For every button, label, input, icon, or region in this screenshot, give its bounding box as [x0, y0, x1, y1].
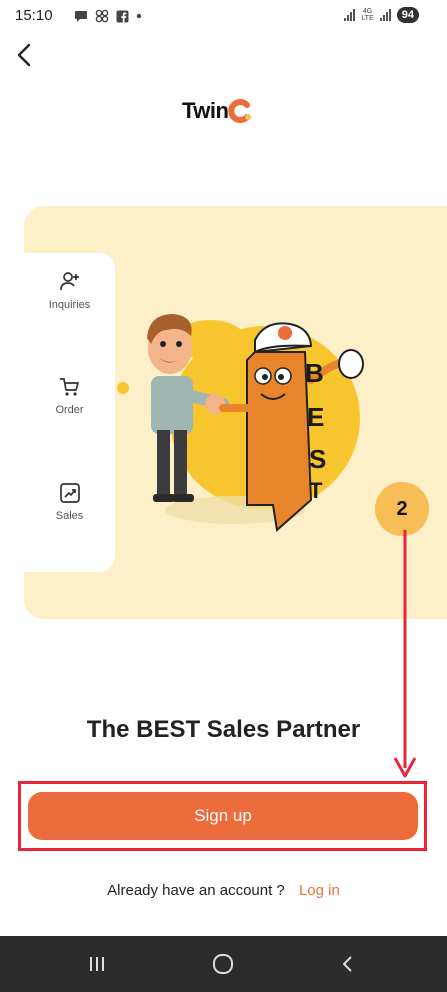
- apps-icon: [95, 9, 109, 23]
- side-item-inquiries: Inquiries: [24, 270, 115, 311]
- mascot-letter: B: [305, 358, 324, 388]
- side-item-order: Order: [24, 375, 115, 416]
- back-arrow-icon: [343, 956, 352, 972]
- step-badge: 2: [375, 482, 429, 536]
- battery-indicator: 94: [396, 7, 419, 23]
- logo-c-icon: [228, 99, 252, 123]
- person-add-icon: [59, 272, 79, 291]
- side-item-label: Order: [55, 404, 84, 416]
- recent-apps-icon: [90, 957, 104, 971]
- notification-icons: [74, 9, 142, 23]
- headline: The BEST Sales Partner: [86, 716, 361, 743]
- network-type: 4G LTE: [361, 8, 373, 22]
- side-item-sales: Sales: [24, 481, 115, 522]
- login-row: Already have an account ? Log in: [0, 882, 447, 899]
- nav-back-button[interactable]: [328, 950, 368, 978]
- signal-icon: [344, 9, 356, 21]
- side-item-label: Inquiries: [48, 299, 91, 311]
- system-nav-bar: [0, 936, 447, 992]
- signup-button[interactable]: Sign up: [28, 792, 418, 840]
- chevron-left-icon: [17, 43, 31, 67]
- mascot-letter: E: [307, 402, 324, 432]
- trend-chart-icon: [59, 483, 80, 503]
- login-prompt: Already have an account ?: [107, 882, 285, 899]
- status-bar: 15:10 4G LTE 94: [0, 0, 447, 32]
- facebook-icon: [116, 10, 129, 23]
- home-icon: [213, 954, 233, 974]
- status-time: 15:10: [15, 7, 53, 24]
- handshake-illustration: B E S T: [117, 314, 364, 532]
- annotation-arrow-icon: [393, 530, 417, 778]
- recent-apps-button[interactable]: [77, 950, 117, 978]
- back-button[interactable]: [10, 40, 40, 70]
- twinc-logo: Twin: [182, 98, 252, 124]
- home-button[interactable]: [203, 950, 243, 978]
- chat-bubble-icon: [75, 10, 87, 22]
- cart-icon: [59, 378, 79, 396]
- status-right: 4G LTE 94: [344, 7, 419, 23]
- signal-icon-2: [379, 9, 391, 21]
- network-label-top: 4G: [362, 8, 373, 15]
- login-link[interactable]: Log in: [299, 882, 340, 899]
- mascot-letter: S: [309, 444, 326, 474]
- feature-side-card: Inquiries Order Sales: [24, 253, 115, 572]
- network-label-bottom: LTE: [361, 15, 374, 22]
- side-item-label: Sales: [55, 510, 84, 522]
- logo-text: Twin: [182, 98, 229, 123]
- dot-icon: [136, 13, 142, 19]
- mascot-letter: T: [309, 478, 323, 503]
